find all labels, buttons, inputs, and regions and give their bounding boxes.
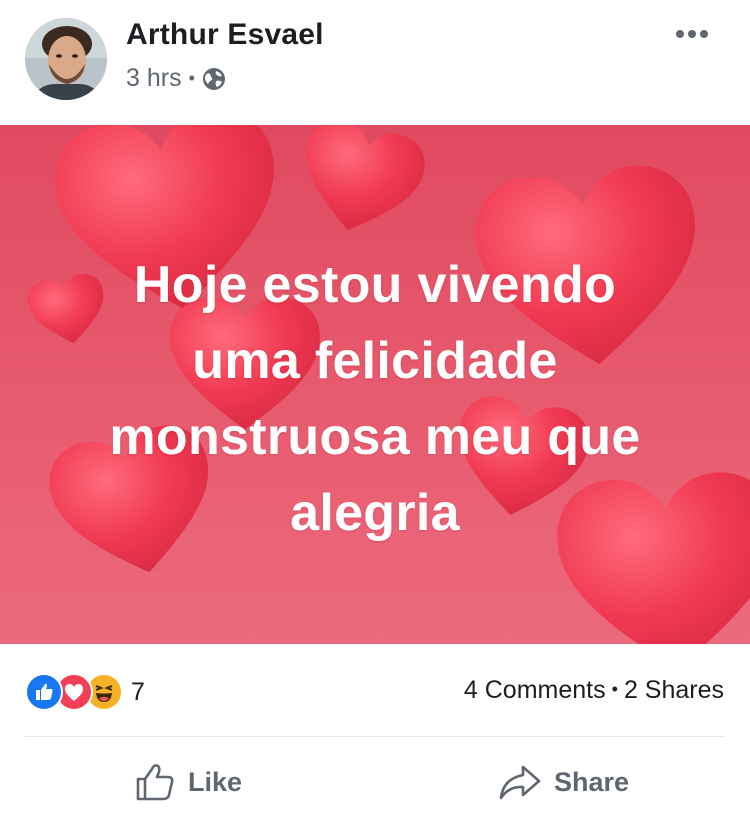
like-reaction-icon [25, 673, 63, 711]
like-icon [136, 764, 174, 801]
post-text-line: Hoje estou vivendo [133, 256, 617, 314]
comments-count[interactable]: 4 Comments [464, 676, 606, 704]
reaction-count[interactable]: 7 [131, 678, 145, 707]
globe-icon [202, 67, 226, 91]
post-text-line: monstruosa meu que [109, 408, 641, 466]
more-options-icon[interactable] [674, 20, 710, 48]
author-name[interactable]: Arthur Esvael [126, 18, 324, 52]
meta-separator: • [188, 68, 195, 88]
post-text-line: alegria [290, 484, 460, 542]
post-time[interactable]: 3 hrs [126, 64, 182, 93]
stats-separator: • [611, 679, 618, 699]
like-button[interactable]: Like [134, 756, 242, 808]
divider [25, 736, 725, 737]
post-header: Arthur Esvael 3 hrs • [0, 0, 750, 124]
reactions-summary[interactable]: 7 [25, 673, 145, 711]
post-background[interactable]: Hoje estou vivendo uma felicidade monstr… [0, 125, 750, 644]
share-button[interactable]: Share [498, 756, 629, 808]
post-meta: 3 hrs • [126, 64, 226, 93]
share-icon [499, 765, 541, 800]
post-text: Hoje estou vivendo uma felicidade monstr… [40, 247, 710, 551]
post-stats: 7 4 Comments • 2 Shares [0, 660, 750, 720]
shares-count[interactable]: 2 Shares [624, 676, 724, 704]
share-label: Share [554, 766, 630, 797]
avatar[interactable] [25, 18, 107, 100]
post-text-line: uma felicidade [192, 332, 558, 390]
comments-shares: 4 Comments • 2 Shares [464, 676, 724, 705]
like-label: Like [188, 766, 243, 797]
